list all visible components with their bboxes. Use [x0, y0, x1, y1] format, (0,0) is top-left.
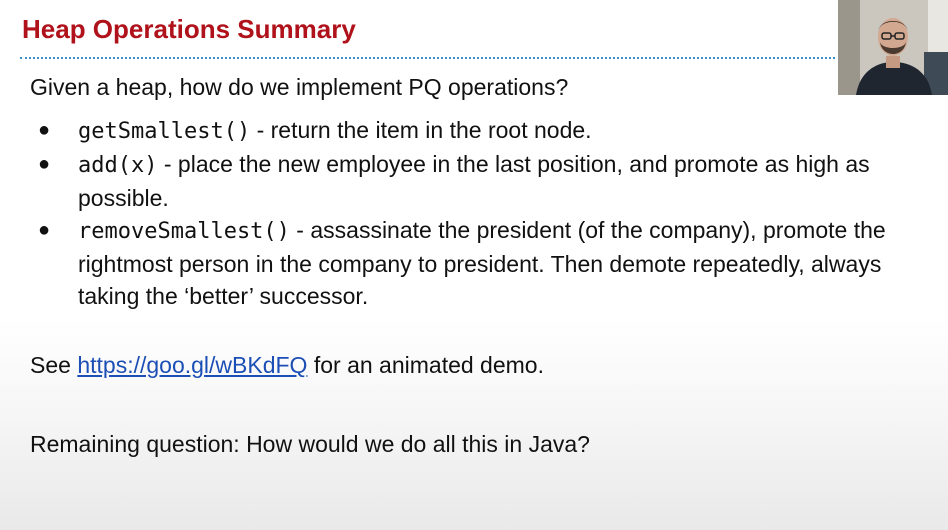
- webcam-presenter-image: [838, 0, 948, 95]
- bullet-icon: ●: [38, 219, 51, 241]
- code-remove-smallest: removeSmallest(): [78, 219, 290, 244]
- bullet-icon: ●: [38, 119, 51, 141]
- demo-line: See https://goo.gl/wBKdFQ for an animate…: [30, 352, 544, 379]
- slide-title: Heap Operations Summary: [22, 14, 356, 44]
- demo-link[interactable]: https://goo.gl/wBKdFQ: [77, 352, 307, 378]
- code-get-smallest: getSmallest(): [78, 119, 251, 144]
- code-add: add(x): [78, 153, 158, 178]
- description-get-smallest: - return the item in the root node.: [250, 117, 592, 143]
- remaining-question: Remaining question: How would we do all …: [30, 431, 590, 457]
- intro-text: Given a heap, how do we implement PQ ope…: [30, 74, 569, 100]
- presenter-video-icon: [838, 0, 948, 95]
- list-item-get-smallest: ● getSmallest() - return the item in the…: [38, 114, 928, 148]
- demo-prefix: See: [30, 352, 78, 378]
- title-divider: [20, 57, 835, 59]
- list-item-add: ● add(x) - place the new employee in the…: [38, 148, 928, 214]
- description-add: - place the new employee in the last pos…: [78, 151, 870, 211]
- bullet-icon: ●: [38, 153, 51, 175]
- list-item-remove-smallest: ● removeSmallest() - assassinate the pre…: [38, 214, 928, 312]
- demo-suffix: for an animated demo.: [307, 352, 544, 378]
- slide: Heap Operations Summary Given a heap, ho…: [0, 0, 948, 530]
- operations-list: ● getSmallest() - return the item in the…: [38, 114, 928, 312]
